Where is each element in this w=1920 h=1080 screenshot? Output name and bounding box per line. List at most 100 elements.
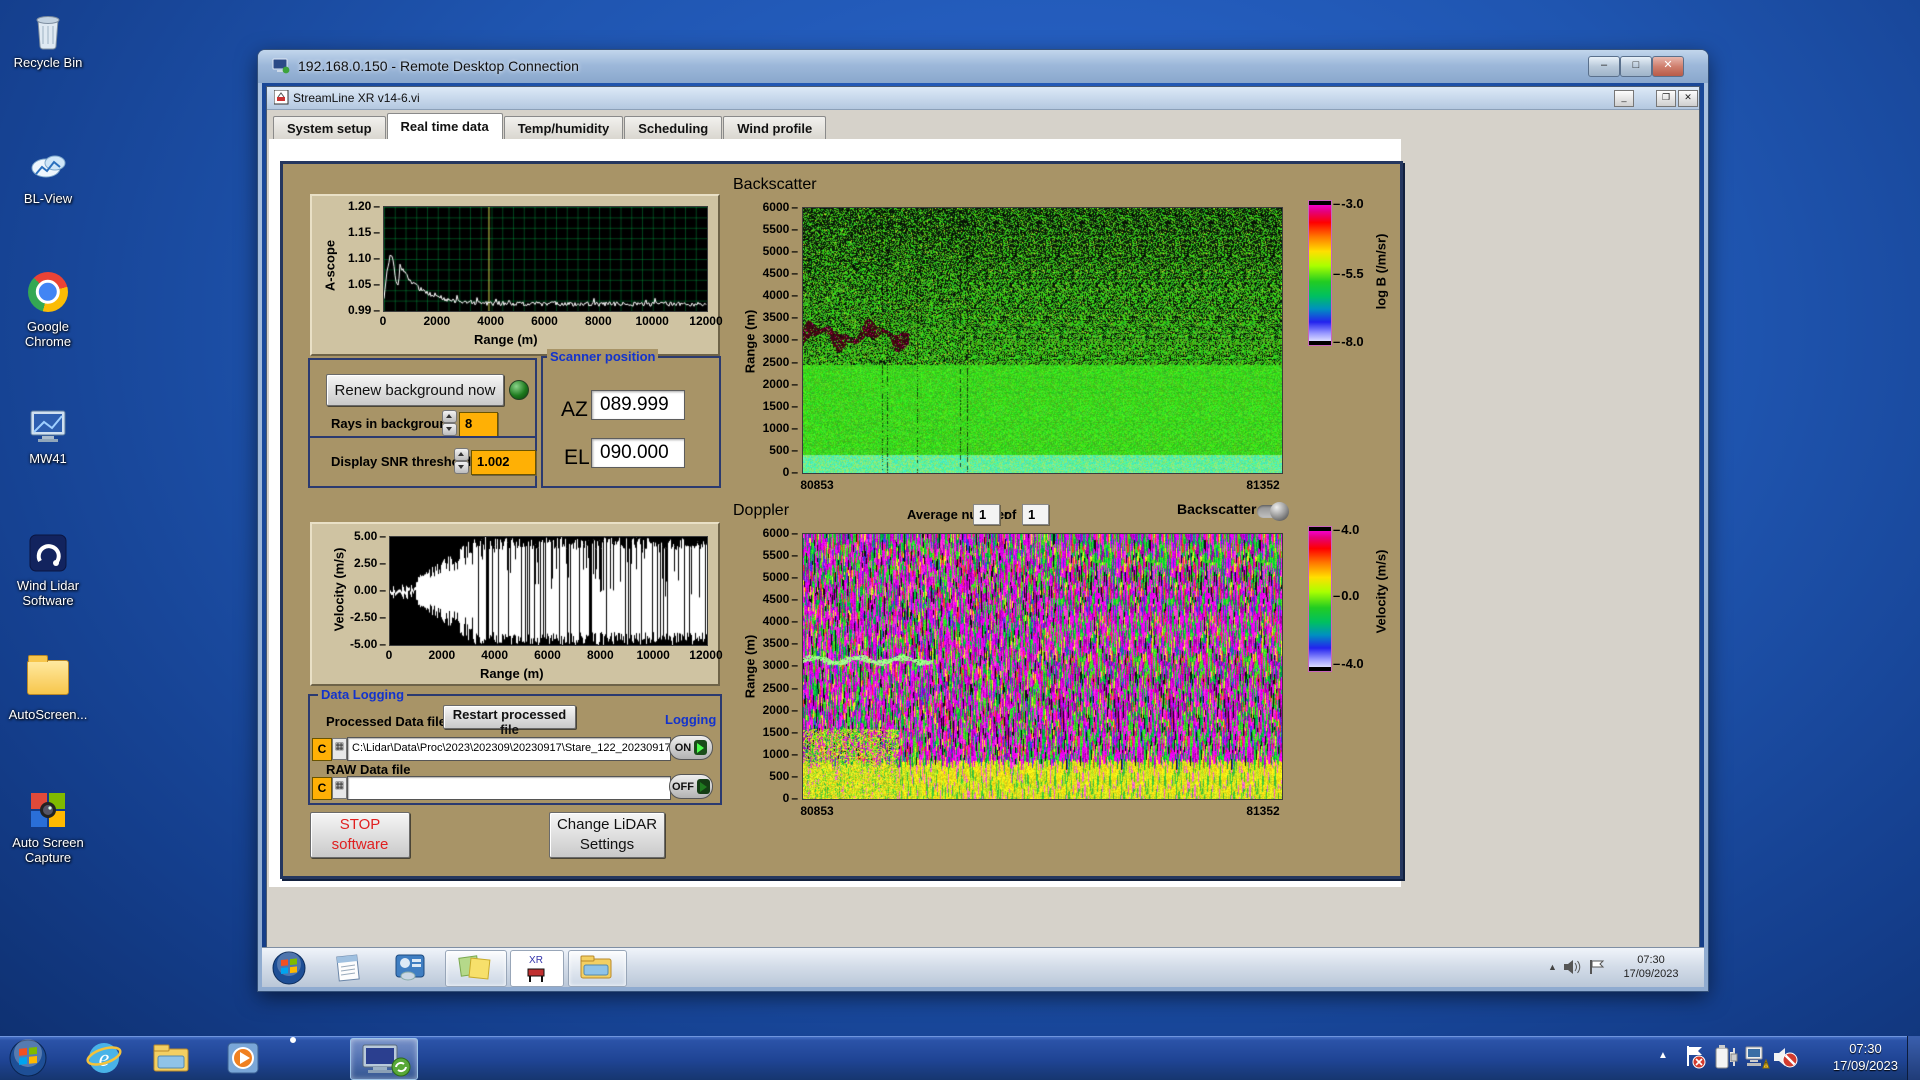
snr-value-field[interactable]: 1.002 bbox=[471, 450, 536, 475]
desktop-icon-folder[interactable]: AutoScreen... bbox=[4, 654, 92, 722]
backscatter-x-start: 80853 bbox=[800, 478, 834, 492]
tab-temp-humidity[interactable]: Temp/humidity bbox=[503, 116, 624, 140]
raw-drive-letter[interactable]: C bbox=[312, 777, 332, 800]
remote-taskbar-button-explorer[interactable] bbox=[568, 950, 627, 987]
rdp-titlebar[interactable]: 192.168.0.150 - Remote Desktop Connectio… bbox=[258, 50, 1708, 83]
remote-notepad-icon[interactable] bbox=[335, 954, 361, 982]
restart-processed-file-button[interactable]: Restart processed file bbox=[443, 705, 576, 737]
y-tick-label: 1.10 bbox=[348, 251, 380, 265]
remote-start-button[interactable] bbox=[272, 951, 306, 985]
el-value[interactable]: 090.000 bbox=[591, 438, 685, 468]
app-minimize-button[interactable]: _ bbox=[1614, 90, 1634, 107]
backscatter-toggle-switch[interactable] bbox=[1257, 502, 1289, 521]
processed-drive-letter[interactable]: C bbox=[312, 738, 332, 761]
x-tick-label: 12000 bbox=[689, 314, 723, 328]
raw-browse-icon[interactable]: ▦ bbox=[332, 777, 347, 799]
y-tick-label: 2.50 bbox=[354, 556, 386, 570]
colorbar-tick-label: -4.0 bbox=[1333, 656, 1363, 671]
backscatter-plot-area[interactable] bbox=[802, 207, 1283, 474]
raw-path-field[interactable] bbox=[347, 776, 671, 800]
app-close-button[interactable]: ✕ bbox=[1678, 90, 1698, 107]
stop-software-button[interactable]: STOP software bbox=[310, 812, 410, 858]
change-lidar-settings-button[interactable]: Change LiDAR Settings bbox=[549, 812, 665, 858]
app-restore-button[interactable]: ❐ bbox=[1656, 90, 1676, 107]
tray-expand-icon[interactable]: ▲ bbox=[1658, 1050, 1668, 1061]
desktop-icon-label: AutoScreen... bbox=[8, 707, 88, 722]
off-label: OFF bbox=[672, 780, 694, 793]
desktop-icon-windlidar[interactable]: Wind Lidar Software bbox=[4, 531, 92, 608]
raw-logging-toggle[interactable]: OFF bbox=[669, 774, 713, 799]
remote-taskbar-button-streamline-xr[interactable]: XR bbox=[510, 950, 564, 987]
average-number-field[interactable]: 1 bbox=[973, 504, 1000, 525]
host-clock-date: 17/09/2023 bbox=[1832, 1058, 1898, 1073]
tab-system-setup[interactable]: System setup bbox=[273, 116, 386, 140]
rdp-minimize-button[interactable]: – bbox=[1588, 56, 1620, 77]
change-line2: Settings bbox=[579, 836, 635, 853]
renew-background-button[interactable]: Renew background now bbox=[326, 374, 504, 406]
desktop-icon-recycle[interactable]: Recycle Bin bbox=[4, 8, 92, 70]
remote-tray-clock[interactable]: 07:30 17/09/2023 bbox=[1610, 953, 1692, 981]
remote-taskbar-button-notes[interactable] bbox=[445, 950, 507, 987]
tab-wind-profile[interactable]: Wind profile bbox=[723, 116, 827, 140]
tab-scheduling[interactable]: Scheduling bbox=[624, 116, 723, 140]
taskbar-rdp-button-active[interactable] bbox=[350, 1038, 418, 1080]
data-logging-box: Data Logging Processed Data file Restart… bbox=[308, 687, 722, 805]
raw-data-file-label: RAW Data file bbox=[326, 762, 411, 777]
velocity-plot-area[interactable] bbox=[389, 536, 708, 646]
on-label: ON bbox=[674, 741, 692, 754]
remote-tray-volume-icon[interactable] bbox=[1562, 958, 1582, 981]
taskbar-media-player-icon[interactable] bbox=[225, 1040, 263, 1076]
remote-control-panel-icon[interactable] bbox=[395, 953, 425, 982]
processed-path-field[interactable]: C:\Lidar\Data\Proc\2023\202309\20230917\… bbox=[347, 737, 671, 761]
host-clock[interactable]: 07:30 17/09/2023 bbox=[1833, 1040, 1898, 1074]
tray-network-warning-icon[interactable]: ! bbox=[1744, 1044, 1770, 1075]
ascope-plot-area[interactable] bbox=[383, 206, 708, 312]
snr-spinner[interactable] bbox=[454, 448, 469, 474]
tab-real-time-data[interactable]: Real time data bbox=[386, 113, 503, 140]
rays-in-background-label: Rays in background bbox=[331, 416, 456, 431]
rdp-close-button[interactable]: ✕ bbox=[1652, 56, 1684, 77]
tray-battery-icon[interactable] bbox=[1714, 1044, 1738, 1075]
y-tick-label: 1000 bbox=[763, 747, 798, 761]
folder-icon bbox=[26, 654, 70, 704]
doppler-plot-area[interactable] bbox=[802, 533, 1283, 800]
taskbar-chrome-icon[interactable] bbox=[293, 1040, 331, 1076]
rdp-window: 192.168.0.150 - Remote Desktop Connectio… bbox=[258, 50, 1708, 991]
rays-value-field[interactable]: 8 bbox=[459, 412, 498, 437]
app-window-title: StreamLine XR v14-6.vi bbox=[293, 91, 420, 105]
host-clock-time: 07:30 bbox=[1849, 1041, 1882, 1056]
remote-desktop: StreamLine XR v14-6.vi _ ❐ ✕ System setu… bbox=[262, 83, 1704, 987]
tray-volume-muted-icon[interactable] bbox=[1772, 1044, 1798, 1075]
processed-logging-toggle[interactable]: ON bbox=[669, 735, 713, 760]
show-desktop-button[interactable] bbox=[1907, 1036, 1920, 1080]
remote-tray-action-center-icon[interactable] bbox=[1588, 958, 1606, 981]
x-tick-label: 2000 bbox=[428, 648, 456, 662]
desktop-icon-blview[interactable]: BL-View bbox=[4, 144, 92, 206]
y-tick-label: 0 bbox=[783, 791, 798, 805]
az-value[interactable]: 089.999 bbox=[591, 390, 685, 420]
start-button[interactable] bbox=[8, 1038, 48, 1078]
tray-action-center-icon[interactable] bbox=[1684, 1044, 1706, 1075]
desktop-icon-chrome[interactable]: Google Chrome bbox=[4, 270, 92, 349]
taskbar-internet-explorer-icon[interactable]: e bbox=[85, 1040, 123, 1076]
on-led-icon bbox=[694, 740, 708, 755]
average-of-field[interactable]: 1 bbox=[1022, 504, 1049, 525]
y-tick-label: 1.15 bbox=[348, 225, 380, 239]
remote-tray-expand-icon[interactable]: ▲ bbox=[1548, 962, 1557, 972]
desktop-icon-mw41[interactable]: MW41 bbox=[4, 404, 92, 466]
taskbar-explorer-icon[interactable] bbox=[152, 1040, 190, 1076]
x-tick-label: 4000 bbox=[481, 648, 509, 662]
doppler-colorbar-label: Velocity (m/s) bbox=[1373, 549, 1389, 634]
rays-spinner[interactable] bbox=[442, 410, 457, 436]
velocity-y-label: Velocity (m/s) bbox=[331, 547, 347, 632]
y-tick-label: 1.05 bbox=[348, 277, 380, 291]
desktop-icon-label: BL-View bbox=[23, 191, 73, 206]
y-tick-label: 4000 bbox=[763, 614, 798, 628]
app-titlebar[interactable]: StreamLine XR v14-6.vi _ ❐ ✕ bbox=[267, 87, 1699, 110]
doppler-colorbar-ticks: 4.0 0.0 -4.0 bbox=[1333, 164, 1379, 724]
scanner-position-box: Scanner position AZ 089.999 EL 090.000 bbox=[541, 349, 721, 488]
desktop-icon-ascapture[interactable]: Auto Screen Capture bbox=[4, 788, 92, 865]
rdp-maximize-button[interactable]: □ bbox=[1620, 56, 1652, 77]
mw41-icon bbox=[26, 404, 70, 448]
processed-browse-icon[interactable]: ▦ bbox=[332, 738, 347, 760]
